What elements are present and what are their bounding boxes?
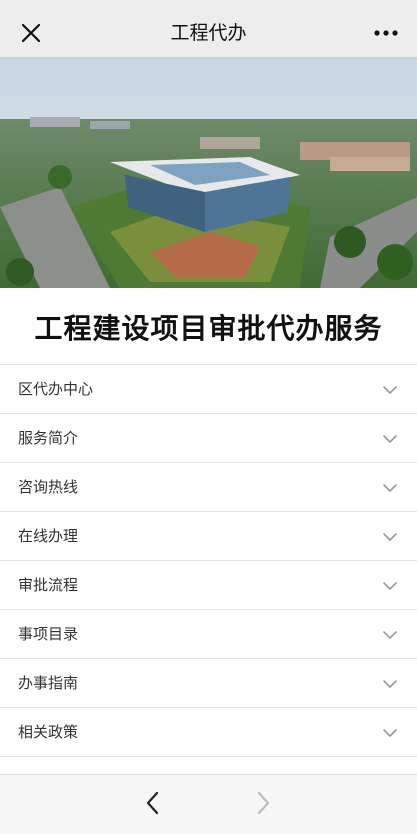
menu-item-label: 办事指南 bbox=[18, 674, 79, 692]
chevron-down-icon bbox=[382, 578, 398, 592]
menu-divider bbox=[0, 756, 417, 757]
chevron-down-icon bbox=[382, 725, 398, 739]
chevron-down-icon bbox=[382, 431, 398, 445]
menu-item-label: 相关政策 bbox=[18, 723, 79, 741]
more-icon[interactable] bbox=[373, 22, 399, 44]
chevron-down-icon bbox=[382, 480, 398, 494]
service-headline: 工程建设项目审批代办服务 bbox=[34, 312, 383, 345]
menu-item[interactable]: 在线办理 bbox=[0, 511, 417, 560]
bottom-navigation-bar bbox=[0, 774, 417, 834]
banner-image bbox=[0, 57, 417, 288]
menu-item[interactable]: 相关政策 bbox=[0, 707, 417, 756]
chevron-down-icon bbox=[382, 676, 398, 690]
menu-item[interactable]: 服务简介 bbox=[0, 413, 417, 462]
menu-item-label: 区代办中心 bbox=[18, 380, 94, 398]
chevron-down-icon bbox=[382, 382, 398, 396]
menu-item-label: 事项目录 bbox=[18, 625, 79, 643]
menu-item[interactable]: 审批流程 bbox=[0, 560, 417, 609]
menu-item-label: 咨询热线 bbox=[18, 478, 79, 496]
menu-item[interactable]: 办事指南 bbox=[0, 658, 417, 707]
chevron-down-icon bbox=[382, 529, 398, 543]
chevron-right-icon[interactable] bbox=[251, 789, 275, 817]
menu-item-label: 服务简介 bbox=[18, 429, 79, 447]
menu-item[interactable]: 区代办中心 bbox=[0, 364, 417, 413]
chevron-left-icon[interactable] bbox=[141, 789, 165, 817]
menu-item-label: 审批流程 bbox=[18, 576, 79, 594]
menu-item[interactable]: 咨询热线 bbox=[0, 462, 417, 511]
chevron-down-icon bbox=[382, 627, 398, 641]
accordion-menu: 区代办中心 服务简介 咨询热线 在线办理 审批流程 事项目录 办事指南 相关政策 bbox=[0, 364, 417, 757]
menu-item[interactable]: 事项目录 bbox=[0, 609, 417, 658]
menu-item-label: 在线办理 bbox=[18, 527, 79, 545]
